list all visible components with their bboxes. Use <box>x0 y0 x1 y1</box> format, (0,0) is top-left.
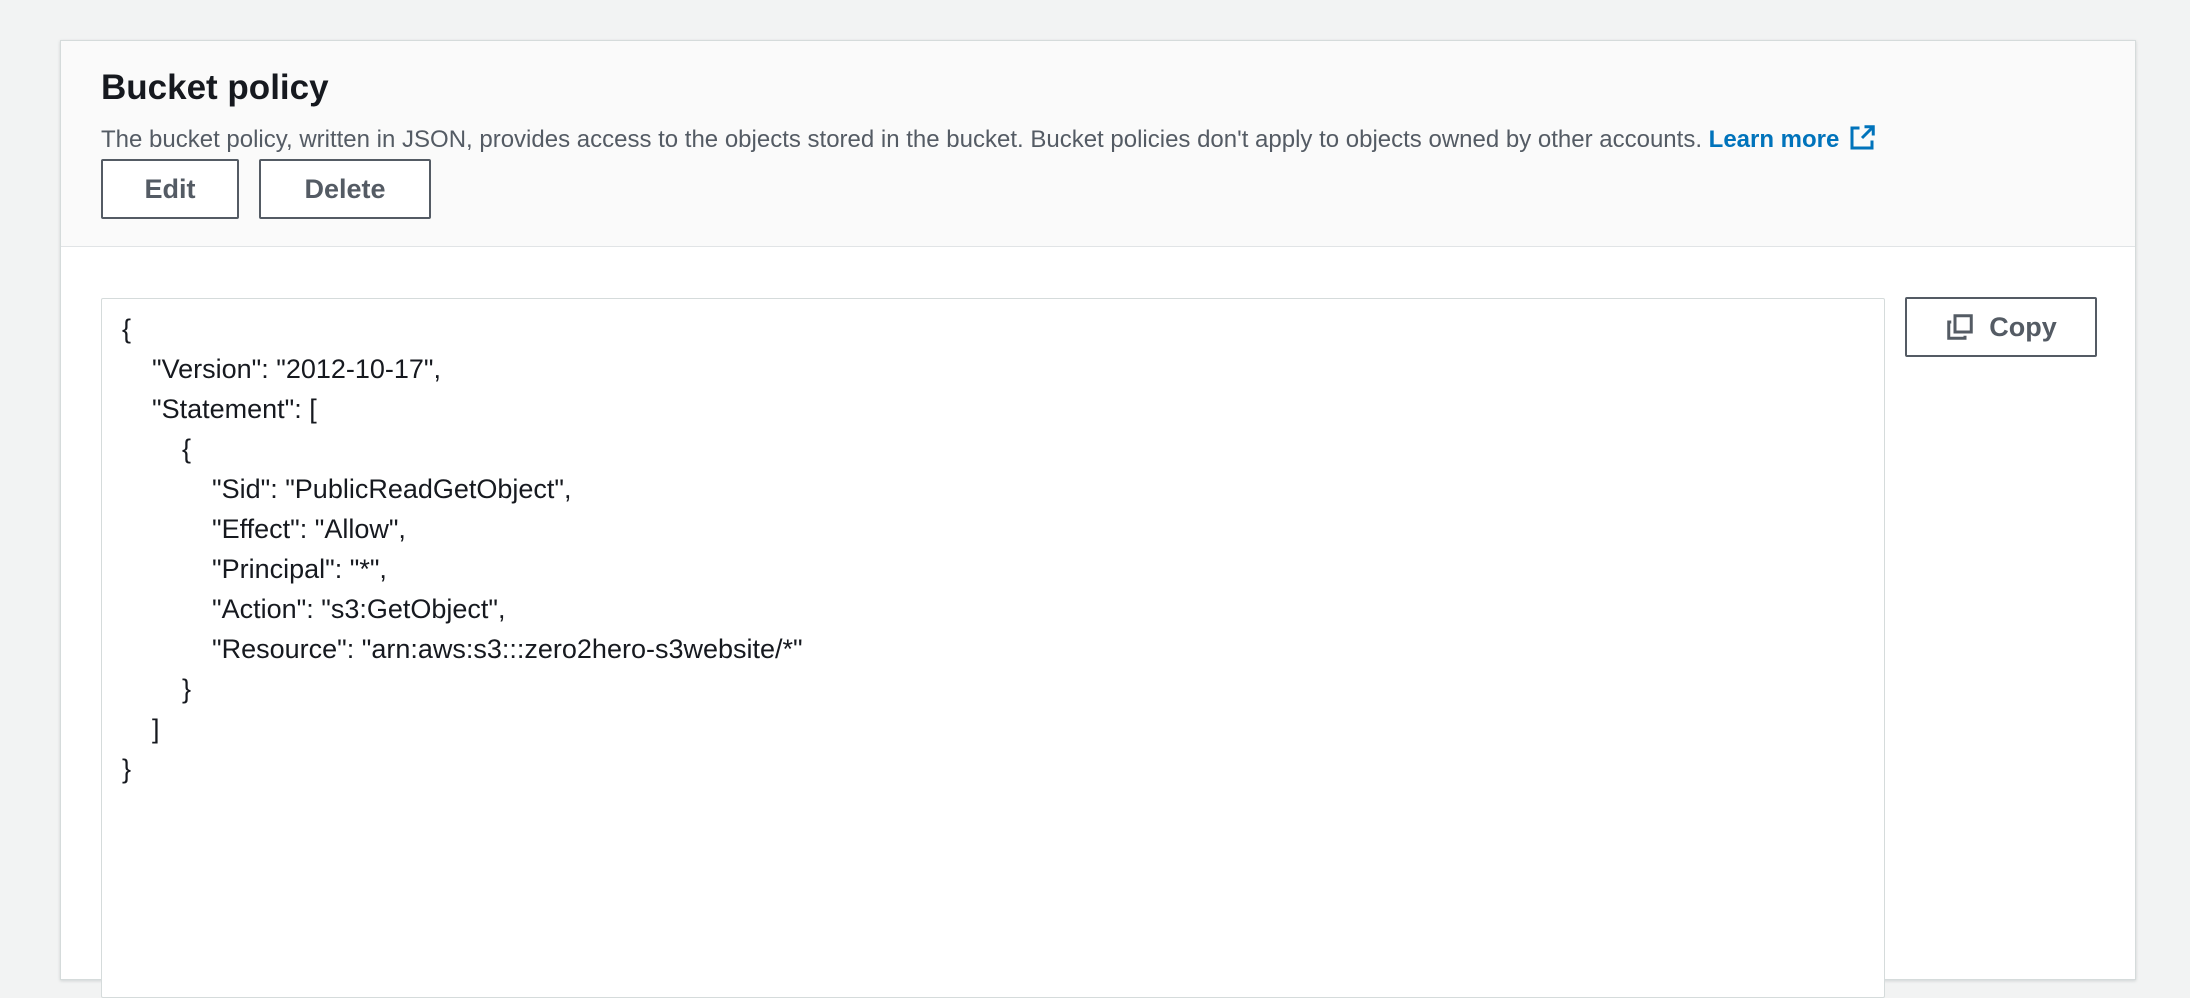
policy-json-viewer[interactable]: { "Version": "2012-10-17", "Statement": … <box>101 298 1885 998</box>
copy-button[interactable]: Copy <box>1905 297 2097 357</box>
external-link-icon <box>1850 125 1876 150</box>
policy-description: The bucket policy, written in JSON, prov… <box>101 123 1877 155</box>
copy-label: Copy <box>1989 311 2057 342</box>
bucket-policy-panel: Bucket policy The bucket policy, written… <box>60 40 2136 998</box>
learn-more-label: Learn more <box>1708 126 1840 153</box>
policy-json-code: { "Version": "2012-10-17", "Statement": … <box>122 314 803 784</box>
learn-more-link[interactable]: Learn more <box>1708 125 1878 153</box>
page-title: Bucket policy <box>101 68 329 107</box>
delete-button[interactable]: Delete <box>259 159 431 219</box>
copy-icon <box>1947 314 1973 340</box>
edit-button[interactable]: Edit <box>101 159 239 219</box>
panel-header: Bucket policy The bucket policy, written… <box>61 41 2135 247</box>
description-text: The bucket policy, written in JSON, prov… <box>101 126 1709 153</box>
